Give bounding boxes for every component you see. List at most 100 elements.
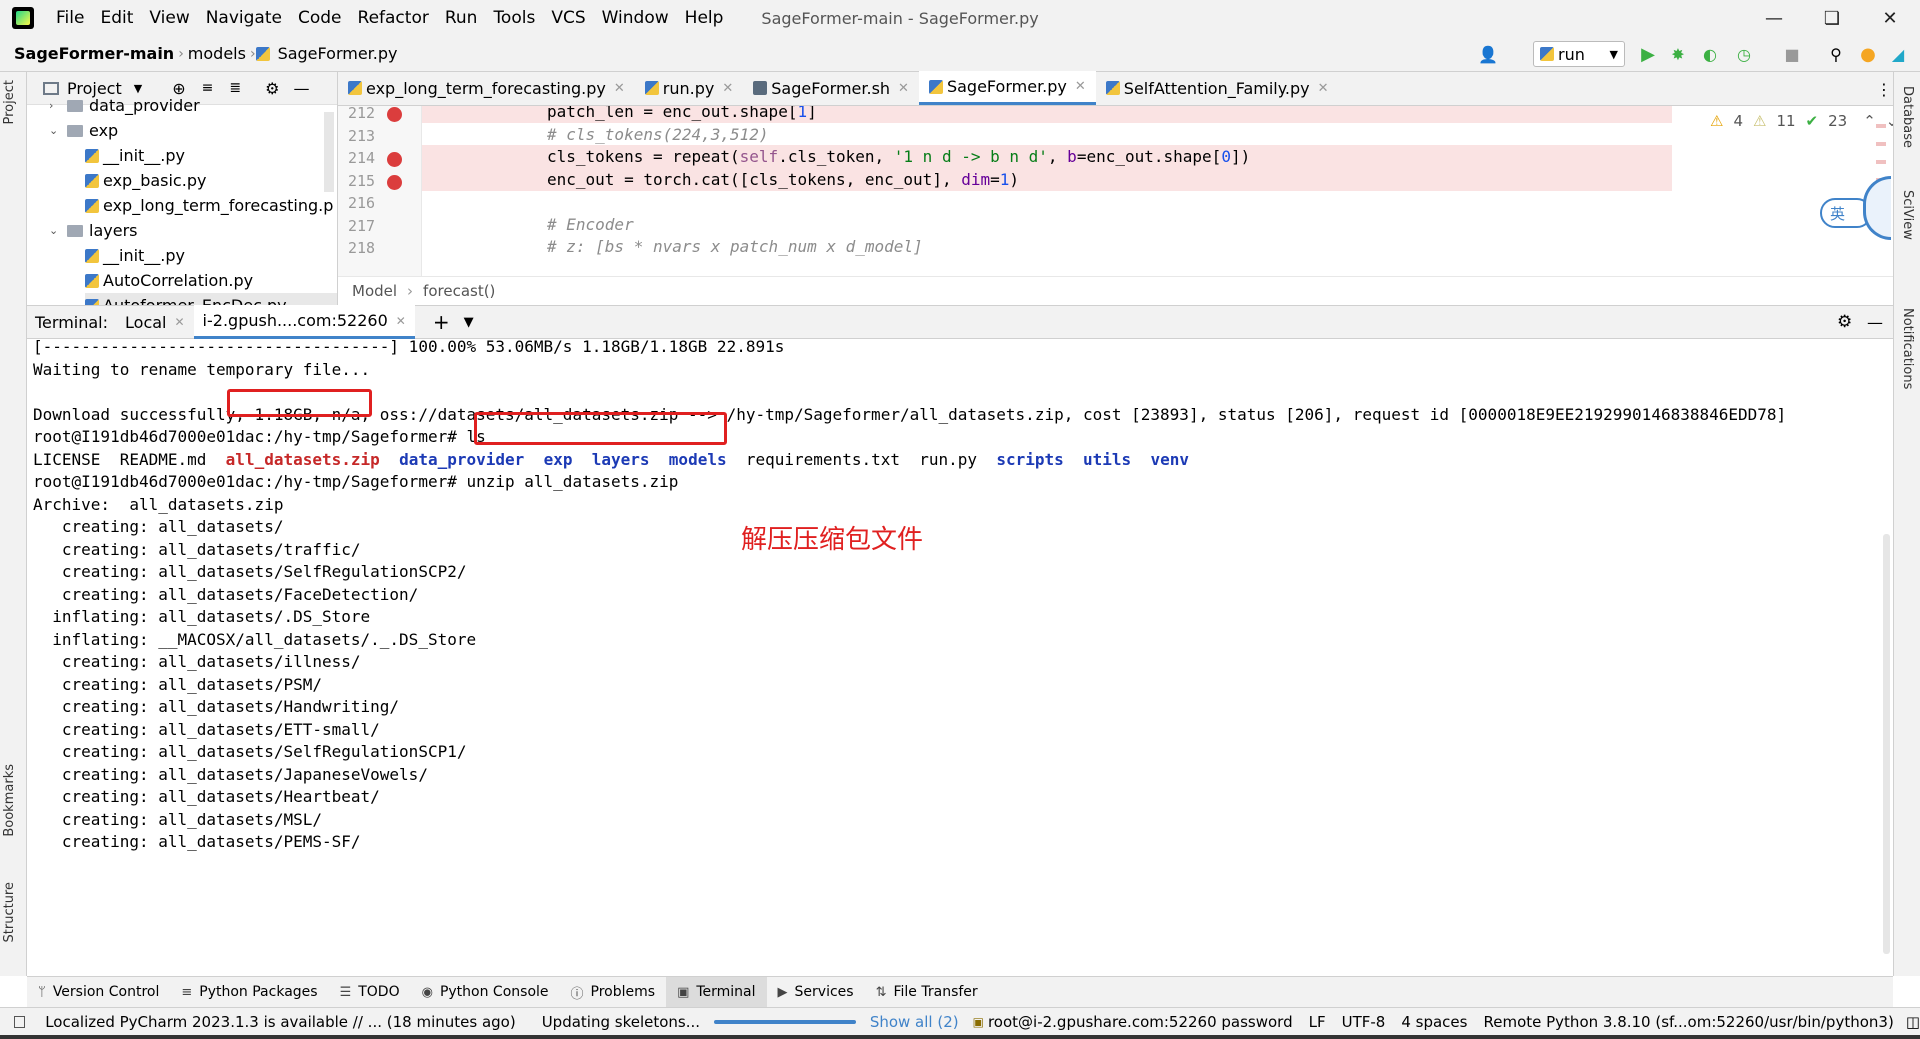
editor-tab[interactable]: SageFormer.py ✕ (918, 71, 1096, 105)
menu-edit[interactable]: Edit (92, 8, 141, 28)
tree-item[interactable]: ⌄ layers (49, 218, 137, 243)
expand-all-icon[interactable]: ≡ (202, 80, 214, 96)
terminal-tab[interactable]: i-2.gpush....com:52260 ✕ (193, 305, 415, 339)
tree-item[interactable]: AutoCorrelation.py (85, 268, 253, 293)
bookmarks-tool-label[interactable]: Bookmarks (2, 764, 17, 837)
menu-code[interactable]: Code (290, 8, 350, 28)
close-tab-icon[interactable]: ✕ (1075, 79, 1086, 94)
tool-window-services[interactable]: ▶ Services (767, 977, 865, 1008)
editor-tab[interactable]: SelfAttention_Family.py ✕ (1096, 71, 1339, 105)
chevron-down-icon[interactable]: ⌄ (49, 124, 59, 137)
breadcrumb-project[interactable]: SageFormer-main (0, 44, 178, 63)
hide-panel-icon[interactable]: — (293, 79, 309, 98)
menu-refactor[interactable]: Refactor (350, 8, 437, 28)
interpreter[interactable]: Remote Python 3.8.10 (sf...om:52260/usr/… (1483, 1013, 1893, 1031)
stop-icon[interactable]: ■ (1782, 44, 1802, 64)
hide-panel-icon[interactable]: — (1867, 313, 1883, 332)
close-icon[interactable]: ✕ (1862, 0, 1918, 36)
tree-item[interactable]: › data_provider (49, 93, 200, 118)
file-encoding[interactable]: UTF-8 (1342, 1013, 1386, 1031)
tool-window-terminal[interactable]: ▣ Terminal (666, 976, 767, 1008)
run-icon[interactable]: ▶ (1638, 44, 1658, 65)
code-line[interactable]: enc_out = torch.cat([cls_tokens, enc_out… (422, 167, 1672, 191)
lock-icon[interactable]: ◫ (1906, 1013, 1920, 1031)
show-all-link[interactable]: Show all (2) (870, 1013, 959, 1031)
tree-item[interactable]: __init__.py (85, 143, 185, 168)
plugin-icon[interactable]: ◢ (1888, 44, 1908, 64)
code-line[interactable]: # z: [bs * nvars x patch_num x d_model] (422, 235, 1672, 258)
editor-tab[interactable]: SageFormer.sh ✕ (743, 71, 919, 105)
tool-window-todo[interactable]: ☰ TODO (329, 977, 411, 1008)
project-tool-label[interactable]: Project (2, 80, 17, 124)
menu-file[interactable]: File (48, 8, 92, 28)
update-message[interactable]: Localized PyCharm 2023.1.3 is available … (45, 1013, 516, 1031)
breakpoint-icon[interactable] (387, 174, 402, 190)
assistant-avatar-icon[interactable] (1863, 176, 1891, 240)
tool-window-python-packages[interactable]: ≡ Python Packages (170, 977, 328, 1008)
menu-window[interactable]: Window (594, 8, 677, 28)
run-config-selector[interactable]: run ▼ (1533, 41, 1625, 67)
breadcrumb-file[interactable]: SageFormer.py (274, 44, 402, 63)
tree-item[interactable]: __init__.py (85, 243, 185, 268)
editor-tab[interactable]: exp_long_term_forecasting.py ✕ (338, 71, 635, 105)
menu-view[interactable]: View (141, 8, 197, 28)
breakpoint-icon[interactable] (387, 107, 402, 122)
menu-navigate[interactable]: Navigate (198, 8, 290, 28)
background-task[interactable]: Updating skeletons... (542, 1013, 700, 1031)
tool-window-file-transfer[interactable]: ⇅ File Transfer (865, 977, 989, 1008)
structure-tool-label[interactable]: Structure (2, 882, 17, 942)
tool-window-problems[interactable]: ⓘ Problems (560, 977, 667, 1008)
inspection-widget[interactable]: ⚠ 4 ⚠ 11 ✔ 23 ⌃ ⌄ (1710, 112, 1893, 130)
close-tab-icon[interactable]: ✕ (898, 81, 909, 96)
close-tab-icon[interactable]: ✕ (1318, 81, 1329, 96)
profile-icon[interactable]: ◷ (1734, 44, 1754, 64)
user-icon[interactable]: 👤 (1478, 44, 1498, 64)
chevron-up-icon[interactable]: ⌃ (1863, 112, 1876, 130)
editor-tab[interactable]: run.py ✕ (635, 71, 743, 105)
editor-gutter[interactable]: 212 213 214 215 216 217 218 (338, 106, 422, 276)
breadcrumb-folder[interactable]: models (184, 44, 250, 63)
tree-scrollbar[interactable] (324, 112, 334, 192)
more-tabs-icon[interactable]: ⋮ (1876, 80, 1892, 99)
close-tab-icon[interactable]: ✕ (174, 315, 184, 329)
tree-item[interactable]: Autoformer_EncDec.py (85, 293, 337, 305)
breadcrumb-method[interactable]: forecast() (423, 282, 495, 300)
close-tab-icon[interactable]: ✕ (722, 81, 733, 96)
terminal-scrollbar[interactable] (1883, 534, 1890, 954)
new-tab-icon[interactable]: + (433, 310, 450, 334)
code-line[interactable]: # Encoder (422, 213, 1672, 236)
menu-run[interactable]: Run (437, 8, 486, 28)
close-tab-icon[interactable]: ✕ (396, 314, 406, 328)
gear-icon[interactable]: ⚙ (1837, 312, 1852, 332)
restore-icon[interactable]: ❏ (1804, 0, 1860, 36)
close-tab-icon[interactable]: ✕ (614, 81, 625, 96)
notifications-tool-label[interactable]: Notifications (1900, 308, 1915, 389)
tree-item[interactable]: exp_basic.py (85, 168, 206, 193)
indent-setting[interactable]: 4 spaces (1401, 1013, 1467, 1031)
chevron-right-icon[interactable]: › (49, 99, 59, 112)
collapse-all-icon[interactable]: ≣ (229, 80, 241, 96)
update-icon[interactable]: ● (1858, 44, 1878, 65)
menu-help[interactable]: Help (677, 8, 732, 28)
code-editor[interactable]: 212 213 214 215 216 217 218 patch_len = enc_ou… (338, 106, 1893, 276)
debug-icon[interactable]: ✸ (1668, 44, 1688, 64)
menu-vcs[interactable]: VCS (543, 8, 593, 28)
tool-window-python-console[interactable]: ◉ Python Console (411, 977, 560, 1008)
minimize-icon[interactable]: — (1746, 0, 1802, 36)
breakpoint-icon[interactable] (387, 152, 402, 167)
tool-window-version-control[interactable]: ᛘ Version Control (27, 977, 170, 1008)
search-icon[interactable]: ⚲ (1826, 44, 1846, 64)
connection-status[interactable]: root@i-2.gpushare.com:52260 password (988, 1013, 1293, 1031)
chevron-down-icon[interactable]: ⌄ (1886, 112, 1893, 130)
sciview-tool-label[interactable]: SciView (1900, 190, 1915, 240)
line-separator[interactable]: LF (1309, 1013, 1326, 1031)
code-line[interactable]: cls_tokens = repeat(self.cls_token, '1 n… (422, 145, 1672, 168)
chevron-down-icon[interactable]: ▼ (464, 315, 474, 330)
terminal-output[interactable]: [------------------------------------] 1… (27, 339, 1893, 976)
chevron-down-icon[interactable]: ⌄ (49, 224, 59, 237)
breadcrumb-class[interactable]: Model (352, 282, 397, 300)
gear-icon[interactable]: ⚙ (265, 79, 279, 98)
code-line[interactable] (422, 190, 1672, 213)
terminal-tab[interactable]: Local ✕ (116, 305, 194, 339)
menu-tools[interactable]: Tools (485, 8, 543, 28)
